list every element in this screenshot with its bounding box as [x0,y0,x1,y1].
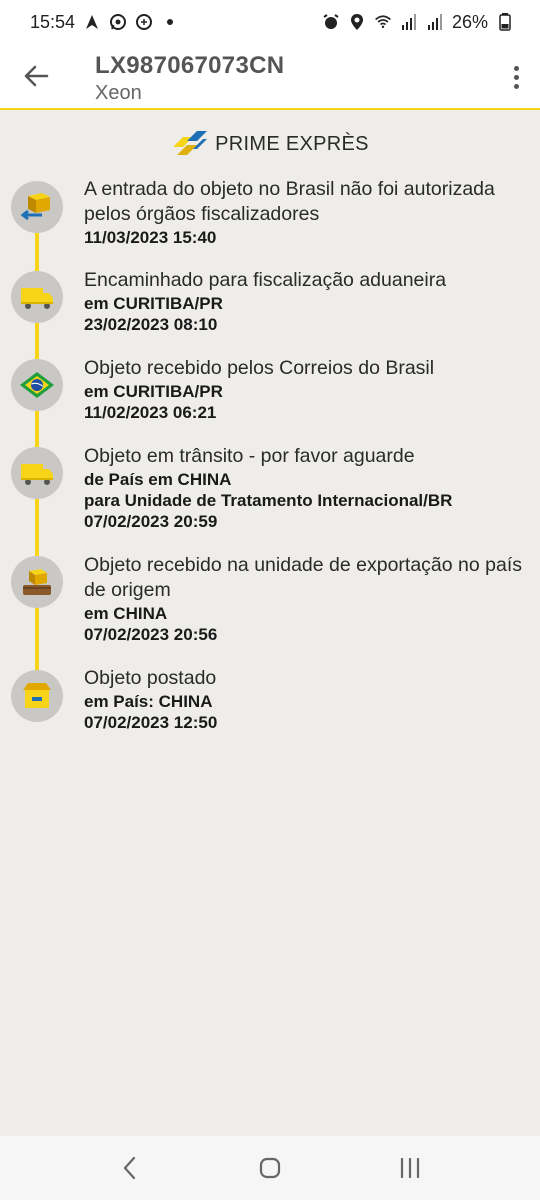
arrow-left-icon [24,65,49,87]
delivery-truck-icon [11,271,63,323]
event-details: Objeto recebido na unidade de exportação… [84,553,530,645]
dot-icon [513,65,519,71]
brazil-customs-icon [11,181,63,233]
location-icon [348,13,366,31]
page-subtitle: Xeon [95,82,142,104]
chevron-left-icon [123,1156,136,1180]
event-origin: de País em CHINA [84,470,232,489]
status-bar-left: 15:54 [30,12,179,33]
signal-icon [400,13,418,31]
event-location: em CURITIBA/PR [84,382,223,401]
event-location: em CURITIBA/PR [84,294,223,313]
navigation-icon [83,13,101,31]
event-datetime: 07/02/2023 20:56 [84,625,218,644]
status-time: 15:54 [30,11,76,32]
battery-icon [496,13,514,31]
system-navigation-bar [0,1136,540,1200]
correios-logo-icon [173,131,208,155]
event-datetime: 07/02/2023 12:50 [84,713,218,732]
event-title: Objeto recebido na unidade de exportação… [84,554,522,601]
battery-percentage: 26% [451,11,488,32]
delivery-truck-icon [11,447,63,499]
event-location: em País: CHINA [84,692,213,711]
nav-back-button[interactable] [110,1148,150,1188]
more-options-button[interactable] [506,60,526,94]
brazil-flag-icon [11,359,63,411]
event-details: Encaminhado para fiscalização aduaneira … [84,268,530,335]
event-title: Objeto recebido pelos Correios do Brasil [84,357,435,379]
signal-icon [426,13,444,31]
event-title: A entrada do objeto no Brasil não foi au… [84,178,495,225]
event-datetime: 23/02/2023 08:10 [84,315,218,334]
dot-icon [513,74,519,80]
event-datetime: 11/03/2023 15:40 [84,228,217,247]
nav-home-button[interactable] [250,1148,290,1188]
event-details: Objeto em trânsito - por favor aguarde d… [84,444,530,532]
event-title: Objeto postado [84,667,217,689]
event-destination: para Unidade de Tratamento Internacional… [84,491,453,510]
home-icon [259,1157,281,1179]
event-title: Encaminhado para fiscalização aduaneira [84,269,447,291]
event-datetime: 11/02/2023 06:21 [84,403,217,422]
wifi-icon [374,13,392,31]
chat-icon [135,13,153,31]
event-details: Objeto postado em País: CHINA 07/02/2023… [84,666,530,733]
event-title: Objeto em trânsito - por favor aguarde [84,445,415,467]
brand-name: PRIME EXPRÈS [215,132,369,155]
post-office-icon [11,670,63,722]
app-bar: LX987067073CN Xeon [0,44,540,110]
dot-icon [513,83,519,89]
export-package-icon [11,556,63,608]
dot-icon [161,13,179,31]
event-location: em CHINA [84,604,168,623]
page-title: LX987067073CN [95,52,285,79]
back-button[interactable] [18,58,54,94]
alarm-icon [322,13,340,31]
recent-apps-icon [400,1157,420,1179]
carrier-brand: PRIME EXPRÈS [0,126,540,162]
status-bar: 15:54 26% [0,0,540,44]
event-datetime: 07/02/2023 20:59 [84,512,218,531]
event-details: Objeto recebido pelos Correios do Brasil… [84,356,530,423]
event-details: A entrada do objeto no Brasil não foi au… [84,177,530,248]
status-bar-right: 26% [322,12,514,33]
title-wrap: LX987067073CN Xeon [95,52,284,105]
nav-recents-button[interactable] [390,1148,430,1188]
whatsapp-icon [109,13,127,31]
